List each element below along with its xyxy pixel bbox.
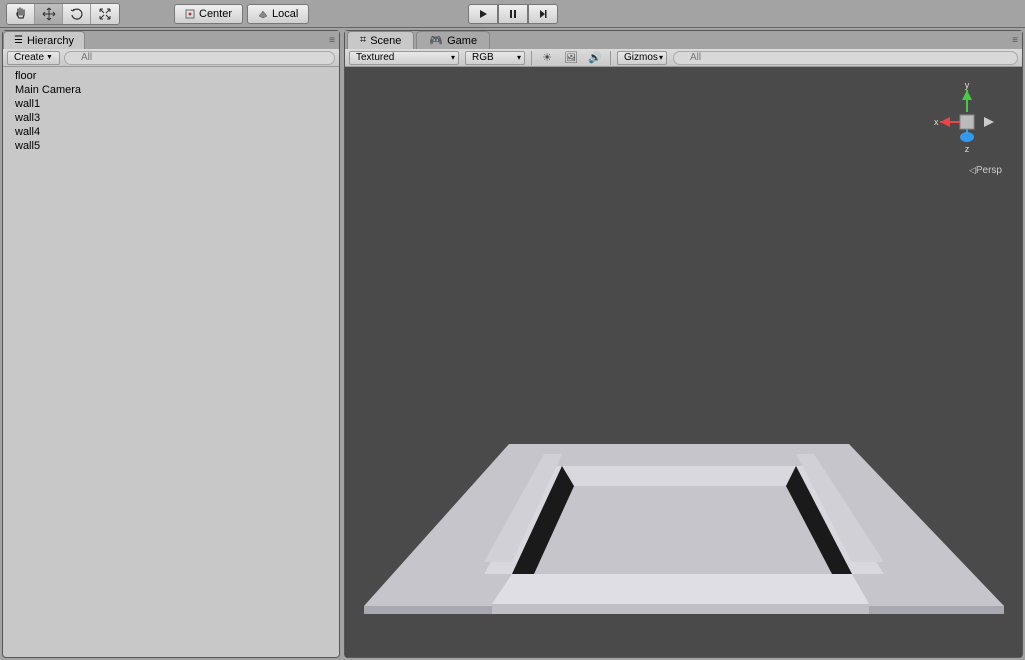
game-tab-icon: 🎮	[429, 34, 443, 47]
hierarchy-tab-label: Hierarchy	[27, 35, 74, 47]
hierarchy-item[interactable]: Main Camera	[3, 83, 339, 97]
hierarchy-search-wrap: 🔍	[64, 51, 335, 65]
hierarchy-search-input[interactable]	[64, 51, 335, 65]
hierarchy-item[interactable]: wall4	[3, 125, 339, 139]
hierarchy-item[interactable]: floor	[3, 69, 339, 83]
play-button[interactable]	[468, 4, 498, 24]
z-axis-label: z	[965, 144, 970, 154]
scene-tab-header: ⌗ Scene 🎮 Game	[345, 31, 1022, 49]
create-button[interactable]: Create ▼	[7, 51, 60, 65]
y-axis-label: y	[965, 82, 970, 90]
hierarchy-item[interactable]: wall3	[3, 111, 339, 125]
toolbar-separator	[531, 51, 532, 65]
scene-panel: ⌗ Scene 🎮 Game ≡ Textured RGB ☀ 🖼 🔊 Gizm…	[344, 30, 1023, 658]
hierarchy-item[interactable]: wall5	[3, 139, 339, 153]
hierarchy-icon: ☰	[14, 35, 23, 46]
gizmos-dropdown[interactable]: Gizmos	[617, 51, 667, 65]
hand-tool[interactable]	[7, 4, 35, 24]
fx-toggle[interactable]: 🖼	[562, 51, 580, 65]
hierarchy-toolbar: Create ▼ 🔍	[3, 49, 339, 67]
orientation-gizmo[interactable]: y x z	[932, 82, 1002, 162]
hierarchy-list: floor Main Camera wall1 wall3 wall4 wall…	[3, 67, 339, 657]
scene-geometry	[364, 194, 1004, 614]
x-axis-label: x	[934, 117, 939, 127]
hierarchy-item[interactable]: wall1	[3, 97, 339, 111]
scene-tab-icon: ⌗	[360, 34, 366, 47]
game-tab[interactable]: 🎮 Game	[416, 31, 490, 49]
gizmos-label: Gizmos	[624, 52, 658, 63]
hierarchy-panel: ☰ Hierarchy ≡ Create ▼ 🔍 floor Main Came…	[2, 30, 340, 658]
step-button[interactable]	[528, 4, 558, 24]
center-icon	[185, 9, 195, 19]
top-toolbar: Center Local	[0, 0, 1025, 28]
scene-tab-label: Scene	[370, 35, 401, 47]
local-button[interactable]: Local	[247, 4, 309, 24]
main-area: ☰ Hierarchy ≡ Create ▼ 🔍 floor Main Came…	[0, 28, 1025, 660]
local-label: Local	[272, 8, 298, 20]
render-mode-value: Textured	[356, 52, 394, 63]
color-mode-value: RGB	[472, 52, 494, 63]
scene-search-wrap: 🔍	[673, 51, 1018, 65]
scene-search-input[interactable]	[673, 51, 1018, 65]
center-label: Center	[199, 8, 232, 20]
audio-toggle[interactable]: 🔊	[586, 51, 604, 65]
hierarchy-tab[interactable]: ☰ Hierarchy	[3, 31, 85, 49]
scene-panel-menu-icon[interactable]: ≡	[1012, 35, 1018, 46]
render-mode-dropdown[interactable]: Textured	[349, 51, 459, 65]
center-button[interactable]: Center	[174, 4, 243, 24]
scene-viewport[interactable]: y x z ◁Persp	[345, 67, 1022, 657]
scale-tool[interactable]	[91, 4, 119, 24]
toolbar-separator	[610, 51, 611, 65]
step-icon	[538, 9, 548, 19]
rotate-icon	[70, 7, 84, 21]
pause-button[interactable]	[498, 4, 528, 24]
pause-icon	[508, 9, 518, 19]
scene-tab[interactable]: ⌗ Scene	[347, 31, 414, 49]
hand-icon	[14, 7, 28, 21]
hierarchy-tab-header: ☰ Hierarchy	[3, 31, 339, 49]
lighting-toggle[interactable]: ☀	[538, 51, 556, 65]
local-icon	[258, 9, 268, 19]
create-label: Create	[14, 52, 44, 63]
play-controls	[468, 4, 558, 24]
color-mode-dropdown[interactable]: RGB	[465, 51, 525, 65]
rotate-tool[interactable]	[63, 4, 91, 24]
game-tab-label: Game	[447, 35, 477, 47]
move-icon	[42, 7, 56, 21]
panel-menu-icon[interactable]: ≡	[329, 35, 335, 46]
perspective-label[interactable]: ◁Persp	[969, 165, 1002, 176]
transform-tools	[6, 3, 120, 25]
play-icon	[478, 9, 488, 19]
scene-toolbar: Textured RGB ☀ 🖼 🔊 Gizmos 🔍	[345, 49, 1022, 67]
move-tool[interactable]	[35, 4, 63, 24]
chevron-down-icon: ▼	[46, 54, 53, 61]
scale-icon	[98, 7, 112, 21]
pivot-controls: Center Local	[174, 4, 309, 24]
